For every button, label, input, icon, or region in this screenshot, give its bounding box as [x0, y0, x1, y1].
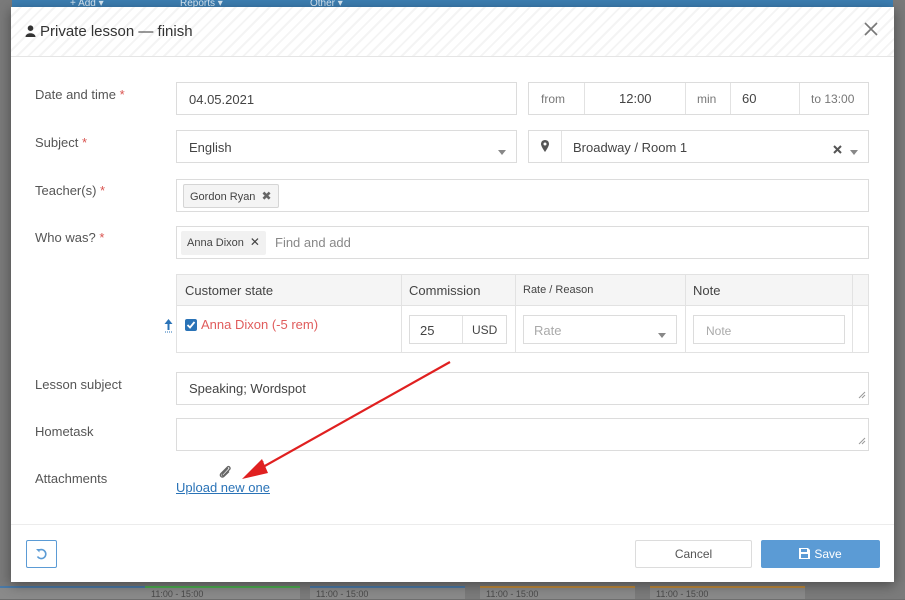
subject-label: Subject * — [35, 135, 88, 150]
remove-tag-icon[interactable]: ✖ — [261, 189, 271, 203]
students-input[interactable]: Anna Dixon ✕ Find and add — [176, 226, 869, 259]
subject-value: English — [189, 140, 232, 155]
customer-name[interactable]: Anna Dixon (-5 rem) — [201, 317, 318, 332]
attended-checkbox[interactable] — [185, 319, 197, 331]
chevron-down-icon — [850, 144, 858, 159]
modal-title-text: Private lesson — finish — [40, 23, 193, 40]
attachments-label: Attachments — [35, 471, 108, 486]
column-header-note: Note — [693, 283, 721, 298]
duration-input[interactable]: 60 — [742, 91, 756, 106]
from-time-input[interactable]: 12:00 — [619, 91, 652, 106]
who-was-label: Who was? * — [35, 230, 105, 245]
note-input[interactable]: Note — [693, 315, 845, 344]
find-and-add-placeholder: Find and add — [275, 235, 351, 250]
resize-handle-icon[interactable] — [858, 433, 866, 448]
commission-input-group: 25 USD — [409, 315, 507, 344]
teachers-input[interactable]: Gordon Ryan ✖ — [176, 179, 869, 212]
location-value: Broadway / Room 1 — [573, 140, 688, 155]
bg-calendar-slot — [0, 586, 155, 599]
resize-handle-icon[interactable] — [858, 387, 866, 402]
bg-calendar-slot: 11:00 - 15:00 — [650, 586, 805, 599]
clear-icon[interactable] — [833, 142, 842, 157]
remove-tag-icon[interactable]: ✕ — [250, 235, 260, 249]
from-label: from — [541, 92, 565, 106]
reset-button[interactable] — [26, 540, 57, 568]
close-icon[interactable] — [862, 20, 880, 38]
bg-calendar-slot: 11:00 - 15:00 — [310, 586, 465, 599]
teachers-label: Teacher(s) * — [35, 183, 106, 198]
save-button[interactable]: Save — [761, 540, 880, 568]
time-range-group: from 12:00 min 60 to 13:00 — [528, 82, 869, 115]
rate-placeholder: Rate — [534, 323, 562, 338]
commission-value[interactable]: 25 — [420, 323, 434, 338]
chevron-down-icon — [658, 327, 666, 342]
modal-header: Private lesson — finish — [11, 7, 894, 57]
bg-calendar-slot: 11:00 - 15:00 — [145, 586, 300, 599]
date-input[interactable]: 04.05.2021 — [176, 82, 517, 115]
currency-label: USD — [472, 323, 498, 337]
student-tag: Anna Dixon ✕ — [181, 231, 266, 255]
user-icon — [25, 24, 36, 41]
cancel-button[interactable]: Cancel — [635, 540, 752, 568]
end-time-label: to 13:00 — [811, 92, 855, 106]
arrow-up-icon[interactable] — [164, 319, 173, 336]
note-placeholder: Note — [706, 324, 732, 338]
teacher-tag-label: Gordon Ryan — [190, 191, 256, 203]
save-button-label: Save — [814, 547, 842, 561]
bg-calendar-slot: 11:00 - 15:00 — [480, 586, 635, 599]
date-value: 04.05.2021 — [189, 92, 255, 107]
date-label: Date and time * — [35, 87, 125, 102]
chevron-down-icon — [498, 144, 506, 159]
location-select[interactable]: Broadway / Room 1 — [528, 130, 869, 163]
subject-select[interactable]: English — [176, 130, 517, 163]
column-header-rate-reason: Rate / Reason — [523, 284, 594, 296]
annotation-arrow — [242, 361, 451, 479]
floppy-disk-icon — [799, 541, 811, 569]
undo-icon — [35, 548, 48, 564]
modal-title: Private lesson — finish — [25, 23, 193, 41]
rate-select[interactable]: Rate — [523, 315, 677, 344]
background-right-column — [893, 0, 905, 599]
lesson-finish-modal: Private lesson — finish Date and time * … — [11, 7, 894, 582]
min-label: min — [697, 92, 717, 106]
student-tag-label: Anna Dixon — [187, 237, 244, 249]
lesson-subject-label: Lesson subject — [35, 377, 122, 392]
upload-new-link[interactable]: Upload new one — [176, 480, 270, 495]
column-header-customer-state: Customer state — [185, 283, 274, 298]
teacher-tag: Gordon Ryan ✖ — [183, 184, 279, 208]
customer-table: Customer state Commission Rate / Reason … — [164, 274, 869, 353]
column-header-commission: Commission — [409, 283, 481, 298]
hometask-label: Hometask — [35, 424, 94, 439]
map-marker-icon — [541, 140, 549, 155]
